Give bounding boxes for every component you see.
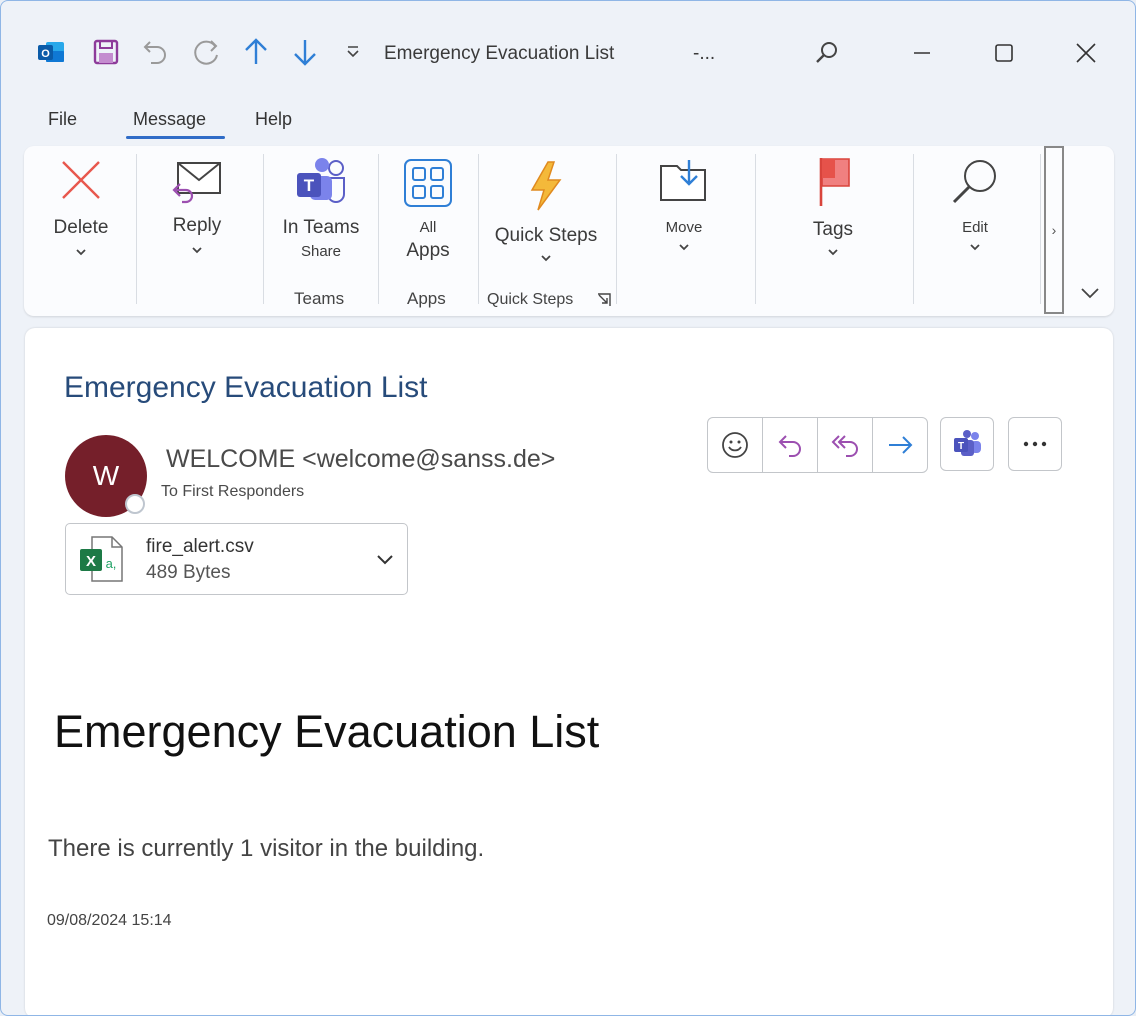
chevron-down-icon[interactable] bbox=[376, 554, 394, 566]
reply-icon bbox=[172, 162, 221, 204]
svg-text:T: T bbox=[958, 441, 964, 452]
title-bar: O Emergency Evacuation List -... bbox=[1, 1, 1135, 101]
find-icon bbox=[952, 160, 996, 204]
excel-file-icon: X a, bbox=[80, 536, 123, 582]
down-arrow-icon[interactable] bbox=[288, 35, 322, 69]
delete-icon bbox=[62, 161, 100, 199]
ribbon-separator bbox=[616, 154, 617, 304]
forward-button[interactable] bbox=[873, 418, 927, 472]
message-subject: Emergency Evacuation List bbox=[64, 371, 428, 404]
recipients[interactable]: To First Responders bbox=[161, 483, 304, 501]
all-label: All bbox=[419, 219, 437, 236]
chevron-down-icon bbox=[76, 249, 86, 256]
all-apps-button[interactable]: All Apps bbox=[388, 158, 468, 262]
body-date: 09/08/2024 15:14 bbox=[47, 912, 172, 929]
message-actions bbox=[707, 417, 928, 473]
apps-label: Apps bbox=[406, 240, 450, 261]
tab-file[interactable]: File bbox=[48, 109, 77, 130]
tags-button[interactable]: Tags bbox=[792, 156, 874, 262]
reply-icon bbox=[778, 435, 801, 457]
close-button[interactable] bbox=[1066, 33, 1106, 73]
delete-button[interactable]: Delete bbox=[38, 158, 124, 262]
chevron-down-icon bbox=[828, 249, 838, 256]
tab-help[interactable]: Help bbox=[255, 109, 292, 130]
attachment-card[interactable]: X a, fire_alert.csv 489 Bytes bbox=[65, 523, 408, 595]
delete-label: Delete bbox=[53, 217, 109, 238]
apps-group-label: Apps bbox=[407, 289, 446, 308]
maximize-button[interactable] bbox=[984, 33, 1024, 73]
reply-label: Reply bbox=[172, 215, 222, 236]
outlook-icon[interactable]: O bbox=[34, 35, 68, 69]
reading-pane: Emergency Evacuation List W WELCOME <wel… bbox=[25, 328, 1113, 1015]
ribbon-separator bbox=[913, 154, 914, 304]
ribbon-separator bbox=[755, 154, 756, 304]
window-title: Emergency Evacuation List bbox=[384, 43, 615, 64]
body-heading: Emergency Evacuation List bbox=[54, 706, 600, 757]
customize-icon[interactable] bbox=[338, 35, 368, 69]
react-button[interactable] bbox=[708, 418, 763, 472]
window-title-suffix: -... bbox=[693, 43, 716, 64]
apps-grid-icon bbox=[404, 159, 452, 207]
ribbon-separator bbox=[263, 154, 264, 304]
move-folder-icon bbox=[660, 160, 706, 201]
body-text: There is currently 1 visitor in the buil… bbox=[48, 835, 485, 862]
search-icon[interactable] bbox=[807, 33, 847, 73]
chevron-down-icon bbox=[679, 244, 689, 251]
quick-steps-group-label: Quick Steps bbox=[487, 291, 574, 308]
ribbon: Delete Reply T In Teams Share Teams All … bbox=[24, 146, 1114, 316]
forward-arrow-icon bbox=[889, 436, 913, 454]
quick-steps-label: Quick Steps bbox=[494, 225, 598, 246]
undo-icon[interactable] bbox=[138, 35, 172, 69]
edit-button[interactable]: Edit bbox=[936, 156, 1014, 257]
sender[interactable]: WELCOME <welcome@sanss.de> bbox=[166, 445, 555, 474]
outlook-message-window: O Emergency Evacuation List -... File Me… bbox=[0, 0, 1136, 1016]
reply-button[interactable]: Reply bbox=[154, 160, 240, 260]
chevron-down-icon bbox=[970, 244, 980, 251]
tab-message[interactable]: Message bbox=[133, 109, 206, 130]
svg-text:T: T bbox=[304, 176, 315, 195]
smiley-icon bbox=[722, 432, 748, 458]
in-teams-label: In Teams bbox=[282, 217, 360, 238]
chevron-down-icon bbox=[192, 247, 202, 254]
teams-icon: T bbox=[297, 158, 345, 203]
teams-icon: T bbox=[954, 430, 981, 456]
svg-text:X: X bbox=[86, 553, 96, 570]
reply-all-icon bbox=[831, 435, 858, 457]
chevron-down-icon bbox=[541, 255, 551, 262]
reply-action-button[interactable] bbox=[763, 418, 818, 472]
move-button[interactable]: Move bbox=[642, 156, 726, 257]
dialog-launcher-icon[interactable] bbox=[596, 292, 612, 313]
flag-icon bbox=[819, 158, 850, 206]
teams-chat-button[interactable]: T bbox=[940, 417, 994, 471]
ribbon-separator bbox=[1040, 154, 1041, 304]
more-icon bbox=[1023, 441, 1047, 447]
up-arrow-icon[interactable] bbox=[239, 35, 273, 69]
svg-text:a,: a, bbox=[106, 556, 117, 571]
more-options-button[interactable] bbox=[1008, 417, 1062, 471]
move-label: Move bbox=[665, 219, 703, 236]
active-tab-indicator bbox=[126, 136, 225, 139]
edit-label: Edit bbox=[962, 219, 988, 236]
avatar-initial: W bbox=[92, 460, 120, 491]
presence-status-icon bbox=[125, 494, 145, 514]
ribbon-separator bbox=[378, 154, 379, 304]
save-icon[interactable] bbox=[89, 35, 123, 69]
minimize-button[interactable] bbox=[902, 33, 942, 73]
svg-text:O: O bbox=[41, 48, 50, 60]
tags-label: Tags bbox=[812, 219, 854, 240]
ribbon-separator bbox=[136, 154, 137, 304]
ribbon-overflow-button[interactable]: › bbox=[1044, 146, 1064, 314]
attachment-name: fire_alert.csv bbox=[146, 536, 254, 557]
ribbon-separator bbox=[478, 154, 479, 304]
expand-ribbon-icon[interactable] bbox=[1079, 286, 1101, 305]
teams-group-label: Teams bbox=[294, 289, 345, 308]
redo-icon[interactable] bbox=[189, 35, 223, 69]
quick-steps-button[interactable]: Quick Steps bbox=[486, 160, 606, 268]
share-in-teams-button[interactable]: T In Teams Share bbox=[274, 156, 368, 260]
attachment-size: 489 Bytes bbox=[146, 562, 231, 583]
share-label: Share bbox=[300, 243, 342, 260]
reply-all-button[interactable] bbox=[818, 418, 873, 472]
lightning-icon bbox=[530, 161, 562, 211]
